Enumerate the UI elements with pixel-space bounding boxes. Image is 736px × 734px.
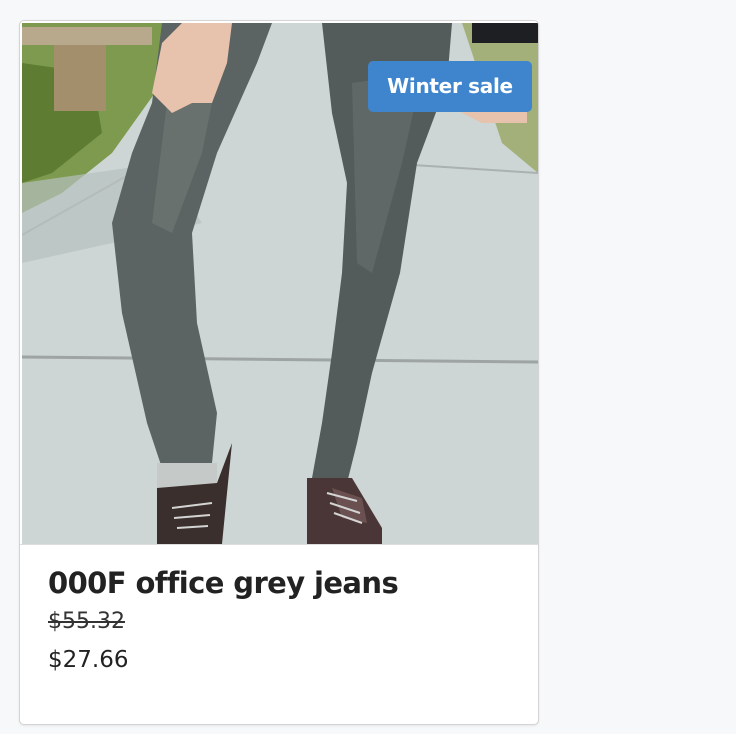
original-price: $55.32 (48, 609, 125, 634)
product-card[interactable]: Winter sale 000F office grey jeans $55.3… (19, 20, 539, 725)
product-title[interactable]: 000F office grey jeans (48, 565, 510, 601)
product-image[interactable]: Winter sale (22, 23, 538, 544)
sale-badge: Winter sale (368, 61, 532, 112)
sale-price: $27.66 (48, 647, 129, 673)
product-details: 000F office grey jeans $55.32 $27.66 (20, 544, 538, 724)
